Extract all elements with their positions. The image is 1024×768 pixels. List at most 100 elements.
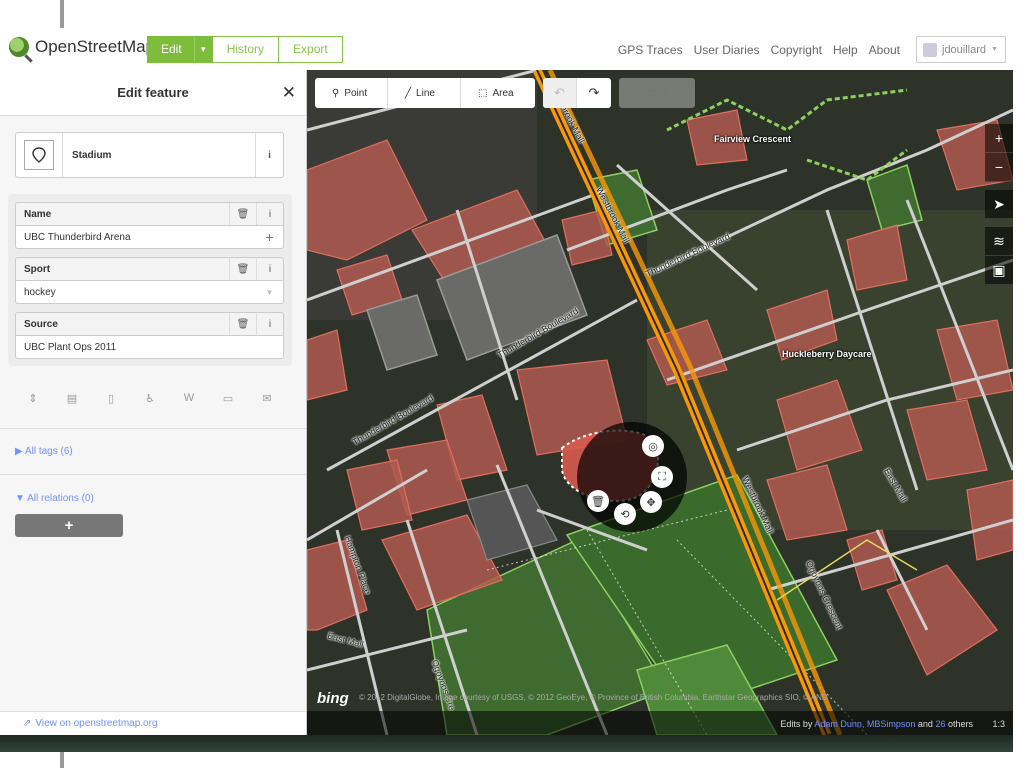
plus-icon: + bbox=[994, 130, 1004, 146]
rotate-button[interactable]: ⟲ bbox=[614, 503, 636, 525]
preset-fields: Name 🗑 i UBC Thunderbird Arena + Sport 🗑… bbox=[8, 194, 292, 366]
map-label-huckleberry[interactable]: Huckleberry Daycare bbox=[782, 349, 872, 359]
view-on-osm-label: View on openstreetmap.org bbox=[35, 718, 158, 729]
field-value[interactable]: UBC Plant Ops 2011 bbox=[16, 342, 283, 353]
info-icon[interactable]: i bbox=[256, 258, 283, 280]
add-area-button[interactable]: ⬚ Area bbox=[461, 78, 535, 108]
phone-icon[interactable]: ▯ bbox=[102, 389, 120, 407]
field-label: Sport bbox=[24, 263, 51, 275]
nav-copyright[interactable]: Copyright bbox=[771, 43, 822, 57]
trash-icon[interactable]: 🗑 bbox=[229, 313, 256, 335]
field-name: Name 🗑 i UBC Thunderbird Arena + bbox=[15, 202, 284, 249]
info-icon[interactable]: i bbox=[256, 313, 283, 335]
field-value[interactable]: UBC Thunderbird Arena bbox=[16, 232, 256, 243]
save-button[interactable]: Save bbox=[619, 78, 695, 108]
undo-button[interactable]: ↶ bbox=[543, 78, 577, 108]
editor-links[interactable]: Adam Dunn, MBSimpson bbox=[814, 719, 915, 729]
info-icon[interactable]: i bbox=[255, 133, 283, 177]
add-line-label: Line bbox=[416, 87, 435, 99]
plus-icon[interactable]: + bbox=[256, 226, 283, 248]
name-input[interactable]: UBC Thunderbird Arena + bbox=[15, 226, 284, 249]
logo-text: OpenStreetMap bbox=[35, 37, 156, 56]
edits-and: and bbox=[917, 719, 933, 729]
user-menu-button[interactable]: jdouillard ▼ bbox=[916, 36, 1006, 63]
move-button[interactable]: ✥ bbox=[640, 491, 662, 513]
info-icon[interactable]: i bbox=[256, 203, 283, 225]
preset-selector[interactable]: Stadium i bbox=[15, 132, 284, 178]
add-point-button[interactable]: ⚲ Point bbox=[315, 78, 388, 108]
field-label: Source bbox=[24, 318, 58, 330]
redo-button[interactable]: ↷ bbox=[577, 78, 611, 108]
nav-user-diaries[interactable]: User Diaries bbox=[694, 43, 760, 57]
line-icon: ╱ bbox=[405, 87, 412, 99]
sidebar-title: Edit feature bbox=[117, 85, 189, 100]
nav-gps-traces[interactable]: GPS Traces bbox=[618, 43, 683, 57]
trash-icon[interactable]: 🗑 bbox=[229, 258, 256, 280]
field-source: Source 🗑 i UBC Plant Ops 2011 bbox=[15, 312, 284, 359]
radial-edit-menu: ◎ ⛶ ✥ ⟲ 🗑 bbox=[577, 422, 687, 532]
undo-icon: ↶ bbox=[554, 85, 565, 100]
imagery-copyright: © 2012 DigitalGlobe, Image courtesy of U… bbox=[359, 693, 828, 702]
nav-help[interactable]: Help bbox=[833, 43, 858, 57]
add-relation-button[interactable]: + bbox=[15, 514, 123, 537]
circularize-button[interactable]: ◎ bbox=[642, 435, 664, 457]
frame-divider-top bbox=[60, 0, 64, 28]
avatar bbox=[923, 42, 937, 57]
delete-button[interactable]: 🗑 bbox=[587, 490, 609, 512]
all-relations-label: All relations (0) bbox=[27, 493, 94, 504]
map-data-button[interactable]: ▣ bbox=[985, 256, 1013, 285]
elevation-icon[interactable]: ⇕ bbox=[24, 389, 42, 407]
background-layers-button[interactable]: ≋ bbox=[985, 227, 1013, 256]
username: jdouillard bbox=[942, 43, 987, 56]
preset-name: Stadium bbox=[72, 149, 112, 161]
email-icon[interactable]: ✉ bbox=[258, 389, 276, 407]
zoom-in-button[interactable]: + bbox=[985, 124, 1013, 153]
source-input[interactable]: UBC Plant Ops 2011 bbox=[15, 336, 284, 359]
move-icon: ✥ bbox=[646, 496, 656, 509]
field-label-row: Name 🗑 i bbox=[15, 202, 284, 226]
tab-history[interactable]: History bbox=[212, 36, 280, 63]
all-tags-label: All tags (6) bbox=[24, 446, 73, 457]
square-button[interactable]: ⛶ bbox=[651, 466, 673, 488]
zoom-out-button[interactable]: − bbox=[985, 153, 1013, 182]
sidebar-header: Edit feature ✕ bbox=[0, 70, 306, 116]
add-line-button[interactable]: ╱ Line bbox=[388, 78, 461, 108]
top-header: OpenStreetMap Edit ▼ History Export GPS … bbox=[0, 28, 1024, 70]
edits-prefix: Edits by bbox=[780, 719, 813, 729]
website-icon[interactable]: ▭ bbox=[219, 389, 237, 407]
nav-about[interactable]: About bbox=[869, 43, 900, 57]
osm-logo[interactable]: OpenStreetMap bbox=[9, 37, 155, 57]
field-value[interactable]: hockey bbox=[16, 287, 256, 298]
sport-combo[interactable]: hockey ▼ bbox=[15, 281, 284, 304]
bing-logo: bing bbox=[317, 690, 349, 707]
add-field-buttons: ⇕ ▤ ▯ ♿ W ▭ ✉ bbox=[24, 389, 276, 407]
field-label-row: Sport 🗑 i bbox=[15, 257, 284, 281]
field-label-row: Source 🗑 i bbox=[15, 312, 284, 336]
divider bbox=[0, 428, 306, 429]
tab-export[interactable]: Export bbox=[279, 36, 343, 63]
view-on-osm-link[interactable]: ⇗ View on openstreetmap.org bbox=[0, 711, 306, 735]
add-area-label: Area bbox=[492, 87, 514, 99]
trash-icon: 🗑 bbox=[591, 495, 605, 508]
wikipedia-icon[interactable]: W bbox=[180, 389, 198, 407]
close-icon[interactable]: ✕ bbox=[282, 83, 296, 103]
trash-icon[interactable]: 🗑 bbox=[229, 203, 256, 225]
map-label-fairview[interactable]: Fairview Crescent bbox=[714, 134, 791, 144]
chevron-down-icon[interactable]: ▼ bbox=[193, 37, 212, 62]
redo-icon: ↷ bbox=[588, 85, 600, 100]
rotate-icon: ⟲ bbox=[620, 508, 630, 521]
map-controls: + − ➤ ≋ ▣ bbox=[985, 124, 1013, 285]
chevron-down-icon[interactable]: ▼ bbox=[256, 281, 283, 303]
external-link-icon: ⇗ bbox=[23, 718, 32, 729]
scale-indicator: 1:3 bbox=[992, 719, 1005, 729]
wheelchair-icon[interactable]: ♿ bbox=[141, 389, 159, 407]
tab-edit[interactable]: Edit ▼ bbox=[147, 36, 213, 63]
circularize-icon: ◎ bbox=[648, 440, 658, 453]
map-footer: Edits by Adam Dunn, MBSimpson and 26 oth… bbox=[307, 711, 1013, 735]
map-canvas[interactable]: Westbrook Mall Thunderbird Boulevard Thu… bbox=[307, 70, 1013, 735]
others-count-link[interactable]: 26 bbox=[935, 719, 945, 729]
geolocate-button[interactable]: ➤ bbox=[985, 190, 1013, 219]
all-tags-toggle[interactable]: ▶ All tags (6) bbox=[15, 446, 73, 457]
note-icon[interactable]: ▤ bbox=[63, 389, 81, 407]
all-relations-toggle[interactable]: ▼ All relations (0) bbox=[15, 493, 94, 504]
